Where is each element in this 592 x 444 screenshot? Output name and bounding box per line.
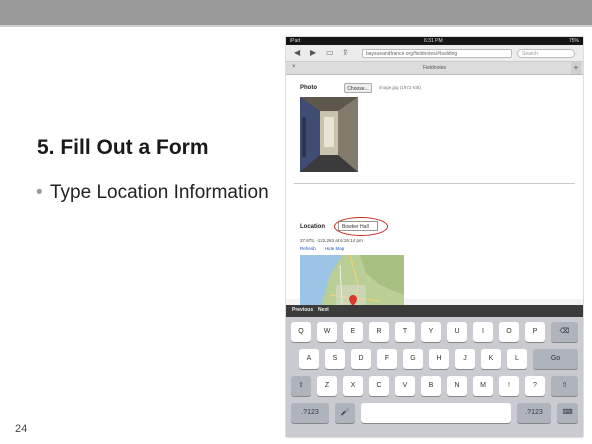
file-name: image.jpg (1972 KiB) xyxy=(379,85,422,90)
key-a[interactable]: A xyxy=(299,349,319,369)
hide-map-link[interactable]: Hide Map xyxy=(325,246,344,251)
key-c[interactable]: C xyxy=(369,376,389,396)
tab-title[interactable]: Fieldnotes xyxy=(286,65,583,71)
key-s[interactable]: S xyxy=(325,349,345,369)
header-bar xyxy=(0,0,592,25)
photo-thumbnail xyxy=(300,97,358,172)
forward-icon[interactable]: ▶ xyxy=(310,48,316,58)
key-x[interactable]: X xyxy=(343,376,363,396)
key-k[interactable]: K xyxy=(481,349,501,369)
back-icon[interactable]: ◀ xyxy=(294,48,300,58)
battery-label: 75% xyxy=(568,38,579,44)
microphone-icon[interactable]: 🎤 xyxy=(335,403,355,423)
shift-right-key[interactable]: ⇧ xyxy=(551,376,578,396)
key-h[interactable]: H xyxy=(429,349,449,369)
bullet-marker: • xyxy=(36,182,43,203)
shift-left-key[interactable]: ⇧ xyxy=(291,376,311,396)
slide: 5. Fill Out a Form • Type Location Infor… xyxy=(0,0,592,444)
go-key[interactable]: Go xyxy=(533,349,578,369)
hide-keyboard-icon[interactable]: ⌨ xyxy=(557,403,578,423)
share-icon[interactable]: ⇪ xyxy=(342,48,349,58)
annotation-circle xyxy=(334,217,388,236)
key-z[interactable]: Z xyxy=(317,376,337,396)
next-button[interactable]: Next xyxy=(318,307,329,313)
previous-button[interactable]: Previous xyxy=(292,307,313,313)
key-y[interactable]: Y xyxy=(421,322,441,342)
key-e[interactable]: E xyxy=(343,322,363,342)
key-exclamation[interactable]: ! xyxy=(499,376,519,396)
browser-toolbar: ◀ ▶ ▭ ⇪ baysueandfrance.org/fieldnotes/#… xyxy=(286,45,583,62)
key-q[interactable]: Q xyxy=(291,322,311,342)
key-question[interactable]: ? xyxy=(525,376,545,396)
key-n[interactable]: N xyxy=(447,376,467,396)
clock-label: 6:31 PM xyxy=(424,38,443,44)
bullet-text: Type Location Information xyxy=(50,182,269,203)
key-l[interactable]: L xyxy=(507,349,527,369)
key-g[interactable]: G xyxy=(403,349,423,369)
key-b[interactable]: B xyxy=(421,376,441,396)
key-p[interactable]: P xyxy=(525,322,545,342)
numbers-right-key[interactable]: .?123 xyxy=(517,403,551,423)
backspace-key[interactable]: ⌫ xyxy=(551,322,578,342)
carrier-label: iPad xyxy=(290,38,301,44)
space-bar[interactable] xyxy=(361,403,511,423)
refresh-link[interactable]: Refresh xyxy=(300,246,316,251)
tab-bar: × Fieldnotes + xyxy=(286,62,583,75)
key-u[interactable]: U xyxy=(447,322,467,342)
new-tab-icon[interactable]: + xyxy=(571,62,581,74)
key-j[interactable]: J xyxy=(455,349,475,369)
keyboard-toolbar: Previous Next xyxy=(286,305,583,317)
section-divider xyxy=(294,183,575,184)
header-bar-divider xyxy=(0,25,592,27)
slide-title: 5. Fill Out a Form xyxy=(37,136,209,159)
choose-file-button[interactable]: Choose... xyxy=(344,83,372,93)
key-w[interactable]: W xyxy=(317,322,337,342)
web-page: Photo Choose... image.jpg (1972 KiB) Loc… xyxy=(286,75,583,343)
ipad-screenshot: iPad 6:31 PM 75% ◀ ▶ ▭ ⇪ baysueandfrance… xyxy=(286,37,583,437)
key-i[interactable]: I xyxy=(473,322,493,342)
coordinates-text: 37.875, -122.263 at 6:26:14 pm xyxy=(300,238,363,243)
url-field[interactable]: baysueandfrance.org/fieldnotes/#building xyxy=(362,49,512,58)
numbers-left-key[interactable]: .?123 xyxy=(291,403,329,423)
bookmarks-icon[interactable]: ▭ xyxy=(326,48,334,58)
map-links: Refresh Hide Map xyxy=(300,246,352,251)
on-screen-keyboard: Q W E R T Y U I O P ⌫ A S D F G H J K L … xyxy=(286,317,583,437)
key-m[interactable]: M xyxy=(473,376,493,396)
key-o[interactable]: O xyxy=(499,322,519,342)
key-v[interactable]: V xyxy=(395,376,415,396)
page-number: 24 xyxy=(15,423,28,435)
key-f[interactable]: F xyxy=(377,349,397,369)
key-d[interactable]: D xyxy=(351,349,371,369)
key-t[interactable]: T xyxy=(395,322,415,342)
photo-label: Photo xyxy=(300,85,317,91)
location-label: Location xyxy=(300,224,325,230)
search-field[interactable]: Search xyxy=(517,49,575,58)
status-bar: iPad 6:31 PM 75% xyxy=(286,37,583,45)
key-r[interactable]: R xyxy=(369,322,389,342)
